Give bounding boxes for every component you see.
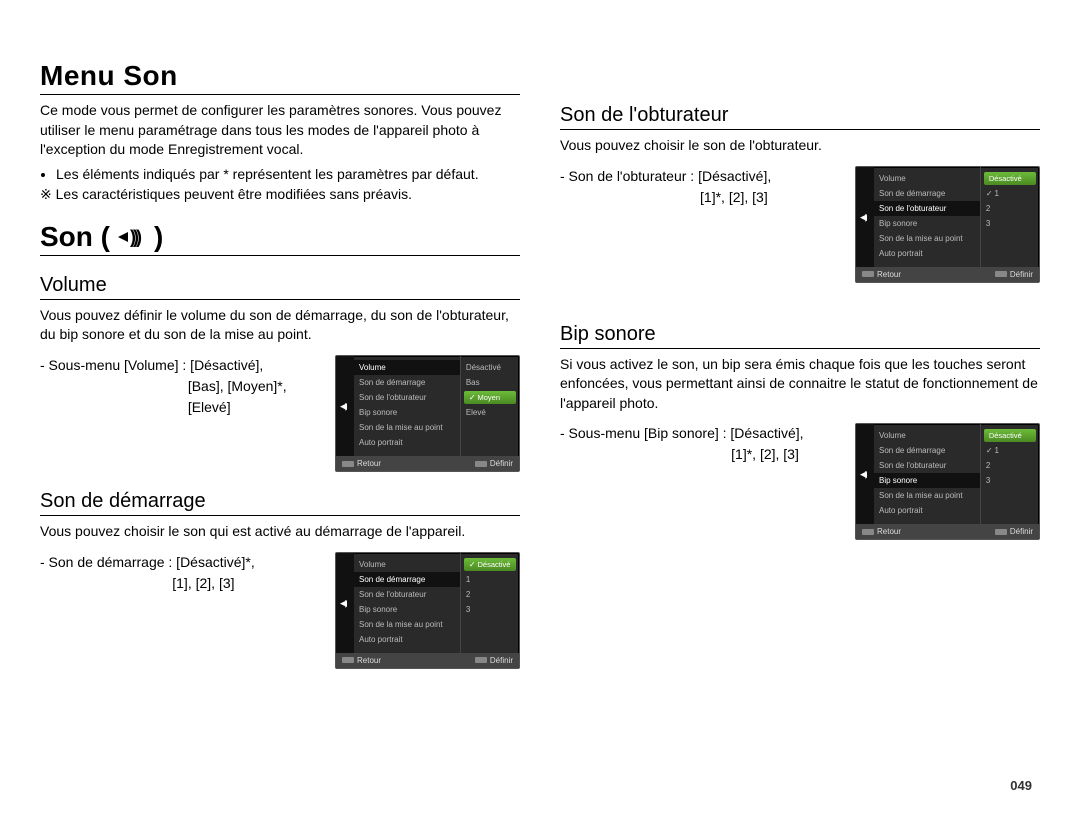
lcd-option-item: Désactivé [984,429,1036,442]
lcd-menu-item: Auto portrait [874,246,980,261]
speaker-icon [340,598,350,608]
lcd-option-item: Désactivé [461,360,519,375]
lcd-option-item: Moyen [464,391,516,404]
lcd-menu-item: Son de la mise au point [354,617,460,632]
lcd-option-item: 2 [461,587,519,602]
lcd-footer-set: Définir [995,270,1033,279]
lcd-menu-item: Son de l'obturateur [354,390,460,405]
beep-spec: - Sous-menu [Bip sonore] : [Désactivé], … [560,423,845,465]
shutter-sound-body: Vous pouvez choisir le son de l'obturate… [560,136,1040,156]
lcd-menu-item: Son de l'obturateur [354,587,460,602]
lcd-option-item [981,231,1039,246]
lcd-menu-item: Volume [874,428,980,443]
beep-lcd-preview: VolumeSon de démarrageSon de l'obturateu… [855,423,1040,540]
lcd-footer-back: Retour [862,527,901,536]
lcd-menu-item: Son de démarrage [354,572,460,587]
lcd-menu-item: Son de la mise au point [874,231,980,246]
speaker-icon [118,226,146,248]
spec-change-note: ※ Les caractéristiques peuvent être modi… [40,186,520,203]
shutter-sound-heading: Son de l'obturateur [560,104,1040,130]
lcd-option-item: 3 [981,473,1039,488]
right-column: Son de l'obturateur Vous pouvez choisir … [560,60,1040,669]
lcd-option-item: 3 [981,216,1039,231]
lcd-footer-back: Retour [342,656,381,665]
lcd-menu-item: Bip sonore [874,216,980,231]
lcd-option-item: Bas [461,375,519,390]
lcd-menu-item: Son de démarrage [874,186,980,201]
lcd-menu-item: Son de démarrage [354,375,460,390]
lcd-option-item: 2 [981,458,1039,473]
defaults-note: Les éléments indiqués par * représentent… [56,166,520,182]
lcd-menu-item: Bip sonore [354,602,460,617]
lcd-menu-item: Auto portrait [874,503,980,518]
lcd-menu-item: Auto portrait [354,632,460,647]
beep-body: Si vous activez le son, un bip sera émis… [560,355,1040,414]
lcd-option-item: 2 [981,201,1039,216]
page-number: 049 [1010,778,1032,793]
lcd-menu-item: Son de démarrage [874,443,980,458]
lcd-option-item: Désactivé [464,558,516,571]
lcd-menu-item: Auto portrait [354,435,460,450]
lcd-menu-item: Son de la mise au point [874,488,980,503]
lcd-footer-set: Définir [475,459,513,468]
lcd-menu-item: Son de la mise au point [354,420,460,435]
lcd-option-item: Désactivé [984,172,1036,185]
speaker-icon [860,212,870,222]
lcd-option-item [461,617,519,632]
lcd-footer-set: Définir [475,656,513,665]
lcd-menu-item: Son de l'obturateur [874,201,980,216]
start-sound-heading: Son de démarrage [40,490,520,516]
lcd-option-item [981,503,1039,518]
lcd-menu-item: Son de l'obturateur [874,458,980,473]
lcd-menu-item: Volume [354,360,460,375]
intro-paragraph: Ce mode vous permet de configurer les pa… [40,101,520,160]
defaults-note-list: Les éléments indiqués par * représentent… [56,166,520,182]
lcd-option-item: 1 [981,443,1039,458]
lcd-option-item: 1 [461,572,519,587]
speaker-icon [860,469,870,479]
lcd-option-item [461,435,519,450]
lcd-option-item: Elevé [461,405,519,420]
start-sound-spec: - Son de démarrage : [Désactivé]*, [1], … [40,552,325,594]
lcd-menu-item: Bip sonore [354,405,460,420]
lcd-menu-item: Volume [354,557,460,572]
page-title: Menu Son [40,60,520,95]
lcd-menu-item: Bip sonore [874,473,980,488]
lcd-option-item: 1 [981,186,1039,201]
lcd-option-item [981,246,1039,261]
start-sound-lcd-preview: VolumeSon de démarrageSon de l'obturateu… [335,552,520,669]
volume-spec: - Sous-menu [Volume] : [Désactivé], [Bas… [40,355,325,418]
lcd-option-item [981,488,1039,503]
lcd-footer-back: Retour [342,459,381,468]
shutter-sound-lcd-preview: VolumeSon de démarrageSon de l'obturateu… [855,166,1040,283]
lcd-menu-item: Volume [874,171,980,186]
note-text: Les caractéristiques peuvent être modifi… [56,186,412,202]
note-symbol: ※ [40,186,52,202]
lcd-option-item [461,420,519,435]
left-column: Menu Son Ce mode vous permet de configur… [40,60,520,669]
lcd-footer-back: Retour [862,270,901,279]
volume-body: Vous pouvez définir le volume du son de … [40,306,520,345]
lcd-option-item [461,632,519,647]
beep-heading: Bip sonore [560,323,1040,349]
volume-heading: Volume [40,274,520,300]
lcd-option-item: 3 [461,602,519,617]
start-sound-body: Vous pouvez choisir le son qui est activ… [40,522,520,542]
shutter-sound-spec: - Son de l'obturateur : [Désactivé], [1]… [560,166,845,208]
lcd-footer-set: Définir [995,527,1033,536]
volume-lcd-preview: VolumeSon de démarrageSon de l'obturateu… [335,355,520,472]
speaker-icon [340,401,350,411]
sound-section-header: Son ( ) [40,221,520,256]
